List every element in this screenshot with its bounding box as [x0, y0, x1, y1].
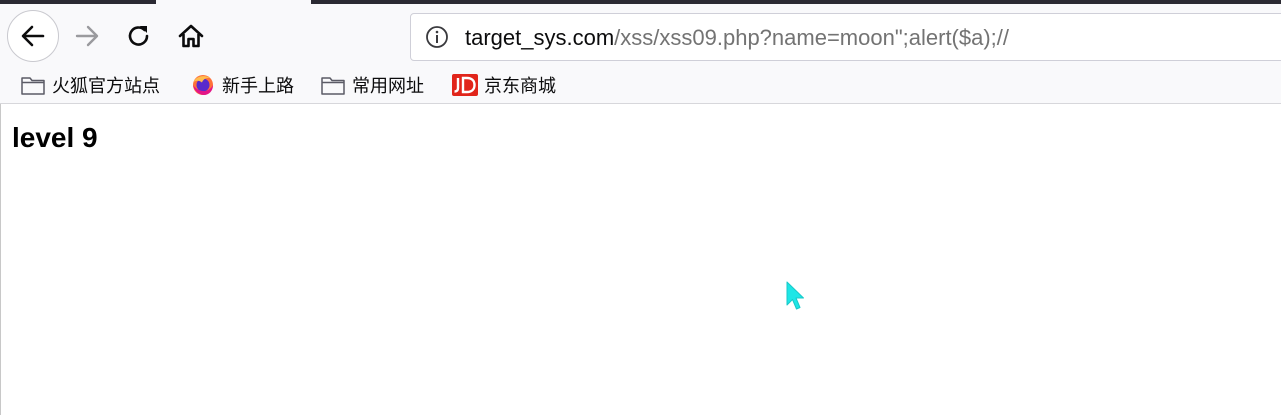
- forward-arrow-icon: [75, 25, 99, 47]
- page-heading: level 9: [12, 122, 98, 153]
- firefox-icon: [193, 75, 213, 95]
- address-bar[interactable]: target_sys.com/xss/xss09.php?name=moon";…: [410, 13, 1281, 61]
- home-icon: [178, 24, 204, 48]
- bookmark-label: 京东商城: [484, 76, 556, 96]
- url-path: /xss/xss09.php?name=moon";alert($a);//: [614, 25, 1010, 50]
- url-host: target_sys.com: [465, 25, 615, 50]
- bookmark-label: 新手上路: [222, 76, 294, 96]
- back-arrow-icon: [21, 25, 45, 47]
- bookmark-label: 常用网址: [352, 76, 424, 96]
- bookmark-firefox-official[interactable]: 火狐官方站点: [20, 72, 160, 98]
- url-text[interactable]: target_sys.com/xss/xss09.php?name=moon";…: [465, 26, 1009, 50]
- forward-button[interactable]: [68, 17, 106, 55]
- bookmark-label: 火狐官方站点: [52, 76, 160, 96]
- bookmark-jd-mall[interactable]: 京东商城: [452, 72, 556, 98]
- reload-button[interactable]: [120, 17, 158, 55]
- back-button[interactable]: [7, 10, 59, 62]
- jd-icon: [452, 74, 478, 96]
- info-icon[interactable]: [425, 25, 449, 49]
- mouse-cursor-icon: [786, 281, 804, 310]
- page-content: level 9: [0, 104, 1281, 415]
- folder-icon: [321, 77, 345, 95]
- bookmark-getting-started[interactable]: 新手上路: [190, 72, 294, 98]
- bookmark-common-sites[interactable]: 常用网址: [320, 72, 424, 98]
- home-button[interactable]: [172, 17, 210, 55]
- navigation-toolbar: target_sys.com/xss/xss09.php?name=moon";…: [0, 4, 1281, 66]
- reload-icon: [128, 26, 149, 46]
- window-left-border: [0, 104, 1, 415]
- folder-icon: [21, 77, 45, 95]
- bookmarks-toolbar: 火狐官方站点 新手上路 常用网址 京东商城: [0, 66, 1281, 104]
